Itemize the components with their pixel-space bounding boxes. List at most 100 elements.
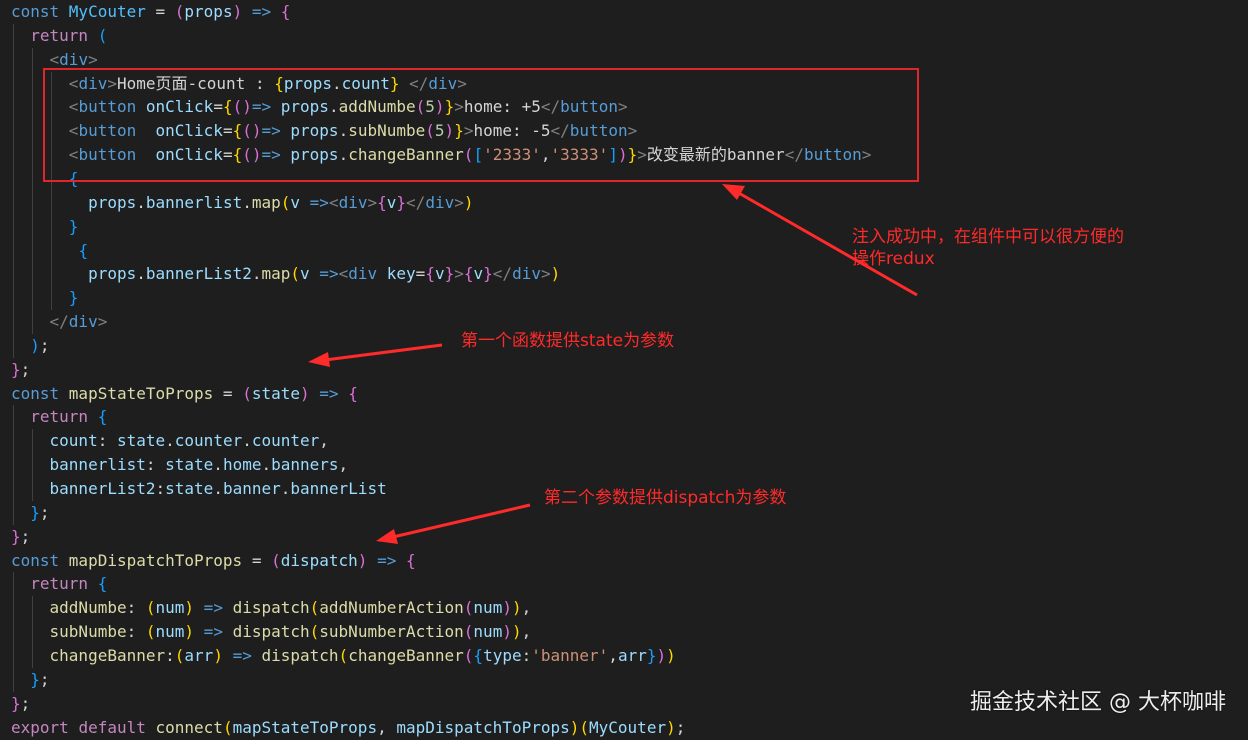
code-line[interactable]: </div>	[11, 310, 108, 334]
highlight-box	[43, 68, 919, 182]
code-token: {	[405, 550, 416, 570]
code-token: )	[502, 622, 512, 642]
code-token: .	[136, 192, 146, 212]
first-param-note: 第一个函数提供state为参数	[461, 331, 675, 351]
code-line[interactable]: props.bannerlist.map(v =><div>{v}</div>)	[11, 191, 473, 215]
code-token: .	[242, 431, 252, 451]
code-token: }	[68, 216, 79, 236]
code-line[interactable]: bannerlist: state.home.banners,	[11, 453, 349, 477]
code-token: dispatch	[232, 622, 310, 642]
code-token: state	[165, 455, 214, 475]
arrow-first-param	[324, 343, 443, 362]
code-token: dispatch	[280, 550, 358, 570]
code-token: )	[300, 383, 310, 403]
code-token: (	[145, 622, 156, 642]
code-line[interactable]: return {	[11, 572, 107, 596]
code-line[interactable]: changeBanner:(arr) => dispatch(changeBan…	[11, 644, 676, 668]
code-line[interactable]: };	[11, 501, 49, 525]
code-line[interactable]: return {	[11, 405, 107, 429]
code-token: (	[174, 2, 185, 21]
code-token: (	[271, 550, 281, 570]
code-token: =	[242, 550, 272, 570]
code-line[interactable]: props.bannerList2.map(v =><div key={v}>{…	[11, 262, 560, 286]
code-token: const	[11, 2, 69, 21]
code-token: div	[59, 49, 89, 69]
code-token: }	[11, 526, 21, 546]
code-token: ;	[20, 526, 31, 546]
code-token: =>	[309, 383, 349, 403]
watermark: 掘金技术社区 @ 大杯咖啡	[970, 690, 1226, 715]
code-line[interactable]: }	[11, 215, 79, 239]
code-token: )	[184, 598, 195, 618]
code-token: state	[165, 479, 214, 498]
code-token: </	[406, 192, 426, 212]
code-token: =>	[367, 550, 406, 570]
code-token: ;	[675, 717, 686, 737]
code-line[interactable]: };	[11, 668, 49, 692]
code-token: subNumbe	[49, 622, 127, 642]
code-line[interactable]: const mapDispatchToProps = (dispatch) =>…	[11, 549, 416, 573]
code-token: type	[483, 645, 522, 665]
code-token: v	[473, 264, 484, 284]
code-line[interactable]: const MyCouter = (props) => {	[11, 0, 290, 24]
code-line[interactable]: export default connect(mapStateToProps, …	[11, 716, 685, 740]
code-token: =>	[222, 645, 262, 665]
code-line[interactable]: return (	[11, 24, 107, 48]
code-token: (	[338, 645, 349, 665]
code-token: div	[512, 264, 541, 284]
code-token: map	[251, 192, 281, 212]
code-token: MyCouter	[68, 2, 146, 21]
code-token: const	[11, 550, 69, 570]
code-token: =	[145, 2, 175, 21]
code-token: ,	[521, 598, 532, 618]
code-token: <	[328, 192, 339, 212]
code-token: arr	[617, 645, 647, 665]
code-token: (	[309, 598, 320, 618]
code-token: {	[473, 645, 484, 665]
code-token: const	[11, 383, 69, 403]
code-token: bannerlist	[49, 455, 146, 475]
code-line[interactable]: subNumbe: (num) => dispatch(subNumberAct…	[11, 620, 532, 644]
code-token: return	[30, 407, 89, 427]
code-token: )	[511, 622, 522, 642]
code-token: )	[357, 550, 368, 570]
code-token: >	[367, 192, 378, 212]
code-line[interactable]: }	[11, 286, 79, 310]
code-token: (	[463, 598, 474, 618]
code-line[interactable]: {	[11, 239, 88, 263]
code-line[interactable]: );	[11, 334, 50, 358]
code-line[interactable]: const mapStateToProps = (state) => {	[11, 382, 358, 406]
code-line[interactable]: bannerList2:state.banner.bannerList	[11, 477, 387, 501]
code-token: )	[30, 335, 40, 355]
code-token: ;	[39, 335, 50, 355]
code-token: props	[88, 264, 137, 284]
code-token: addNumberAction	[319, 598, 464, 618]
code-token: props	[88, 192, 137, 212]
code-line[interactable]: };	[11, 525, 30, 549]
code-line[interactable]: };	[11, 692, 30, 716]
code-token: =>	[242, 2, 281, 21]
code-line[interactable]: };	[11, 358, 30, 382]
code-token: .	[261, 455, 272, 475]
code-line[interactable]: count: state.counter.counter,	[11, 429, 329, 453]
code-token: state	[251, 383, 301, 403]
code-token: </	[49, 312, 69, 332]
code-line[interactable]: addNumbe: (num) => dispatch(addNumberAct…	[11, 596, 532, 620]
code-token: )	[184, 622, 195, 642]
code-token: (	[242, 383, 252, 403]
code-token: ,	[319, 431, 329, 451]
code-token: :	[165, 645, 175, 665]
code-token: >	[454, 192, 464, 212]
code-token: .	[165, 431, 175, 451]
code-token: key	[386, 264, 416, 284]
